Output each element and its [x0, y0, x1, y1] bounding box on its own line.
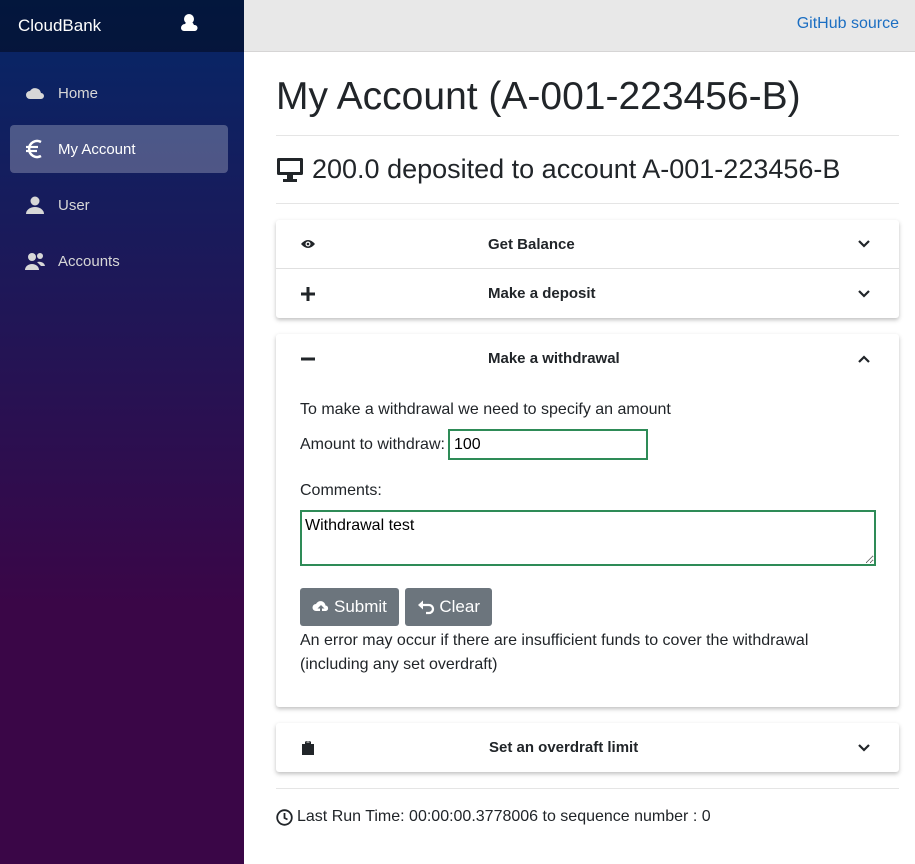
- sidebar-item-label: My Account: [58, 140, 136, 158]
- cloud-icon: [24, 83, 46, 103]
- top-row: GitHub source: [244, 0, 915, 52]
- monitor-icon: [277, 157, 303, 182]
- plus-icon: [300, 286, 316, 302]
- amount-input[interactable]: [447, 429, 648, 460]
- overdraft-panel: Set an overdraft limit: [276, 723, 899, 772]
- comments-label: Comments:: [300, 482, 382, 499]
- page-title: My Account (A-001-223456-B): [276, 75, 801, 118]
- comments-textarea[interactable]: Withdrawal test: [300, 510, 876, 566]
- github-source-link[interactable]: GitHub source: [797, 15, 899, 33]
- clock-icon: [276, 808, 293, 826]
- chevron-up-icon: [858, 354, 870, 363]
- chevron-down-icon: [858, 240, 870, 248]
- panel-header-overdraft-limit[interactable]: Set an overdraft limit: [276, 723, 899, 772]
- euro-icon: [24, 139, 46, 159]
- brand-name[interactable]: CloudBank: [18, 16, 101, 36]
- clipboard-icon: [300, 740, 316, 756]
- sidebar: CloudBank Home My Account User Accounts: [0, 0, 244, 864]
- panel-header-make-withdrawal[interactable]: Make a withdrawal: [276, 334, 899, 383]
- minus-icon: [300, 351, 316, 367]
- sidebar-item-label: Accounts: [58, 252, 120, 270]
- eye-icon: [300, 236, 316, 252]
- withdrawal-intro: To make a withdrawal we need to specify …: [300, 401, 671, 418]
- submit-button[interactable]: Submit: [300, 588, 399, 626]
- status-text: 200.0 deposited to account A-001-223456-…: [312, 154, 841, 184]
- panel-title: Make a withdrawal: [488, 350, 620, 367]
- sidebar-item-label: Home: [58, 84, 99, 102]
- cloud-sun-icon: [181, 14, 198, 31]
- panel-header-get-balance[interactable]: Get Balance: [276, 220, 899, 269]
- submit-label: Submit: [334, 597, 387, 616]
- sidebar-item-label: User: [58, 196, 90, 214]
- last-run-time: Last Run Time: 00:00:00.3778006 to seque…: [297, 808, 711, 825]
- sidebar-item-accounts[interactable]: Accounts: [10, 237, 228, 285]
- chevron-down-icon: [858, 289, 870, 298]
- panel-title: Make a deposit: [488, 285, 596, 302]
- panel-header-make-deposit[interactable]: Make a deposit: [276, 269, 899, 318]
- accordion-group: Get Balance Make a deposit: [276, 220, 899, 318]
- withdrawal-note: An error may occur if there are insuffic…: [300, 632, 809, 673]
- sidebar-item-my-account[interactable]: My Account: [10, 125, 228, 173]
- user-icon: [24, 195, 46, 215]
- clear-button[interactable]: Clear: [405, 588, 492, 626]
- cloud-upload-icon: [312, 601, 329, 614]
- sidebar-item-user[interactable]: User: [10, 181, 228, 229]
- status-message: 200.0 deposited to account A-001-223456-…: [276, 136, 899, 203]
- sidebar-nav: Home My Account User Accounts: [0, 52, 244, 285]
- undo-icon: [418, 600, 435, 615]
- withdrawal-panel: Make a withdrawal To make a withdrawal w…: [276, 334, 899, 707]
- panel-title: Set an overdraft limit: [489, 739, 639, 756]
- clear-label: Clear: [439, 597, 480, 616]
- brand-bar: CloudBank: [0, 0, 244, 52]
- amount-label: Amount to withdraw:: [300, 435, 445, 453]
- panel-title: Get Balance: [488, 235, 575, 253]
- sidebar-item-home[interactable]: Home: [10, 69, 228, 117]
- withdrawal-form: To make a withdrawal we need to specify …: [276, 383, 899, 707]
- footer-status: Last Run Time: 00:00:00.3778006 to seque…: [276, 789, 899, 845]
- users-icon: [24, 251, 46, 271]
- chevron-down-icon: [858, 743, 870, 752]
- main-content: My Account (A-001-223456-B) 200.0 deposi…: [276, 52, 899, 845]
- divider: [276, 203, 899, 204]
